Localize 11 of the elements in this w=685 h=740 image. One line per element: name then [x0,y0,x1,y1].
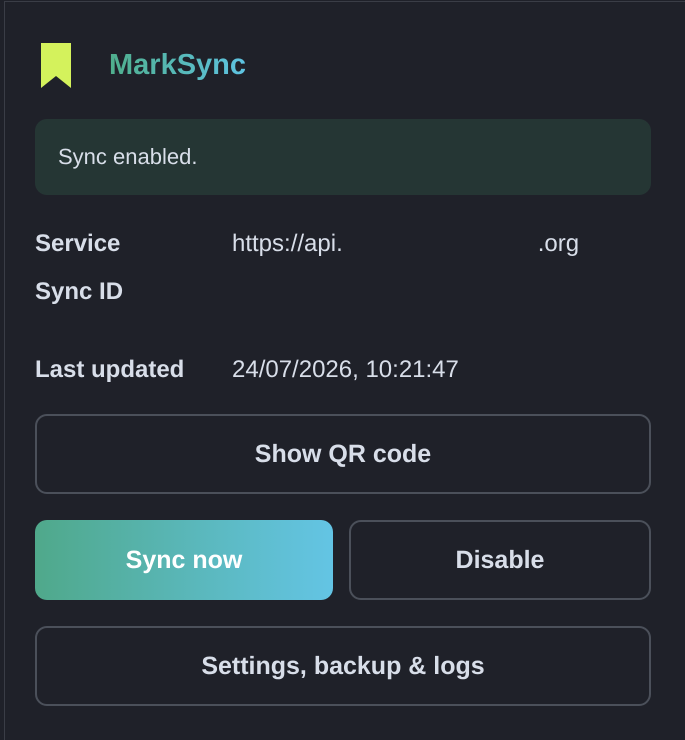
detail-label: Sync ID [35,278,124,306]
detail-label: Service [35,230,122,258]
outline-button[interactable]: Disable [349,520,651,600]
detail-value: https://api. [232,230,343,258]
status-banner: Sync enabled. [35,119,651,195]
detail-value: 24/07/2026, 10:21:47 [232,356,459,384]
outline-button[interactable]: Show QR code [35,414,651,494]
detail-value: .org [538,230,580,258]
outline-button[interactable]: Settings, backup & logs [35,626,651,706]
bookmark-icon [41,42,71,88]
detail-label: Last updated [35,356,186,384]
